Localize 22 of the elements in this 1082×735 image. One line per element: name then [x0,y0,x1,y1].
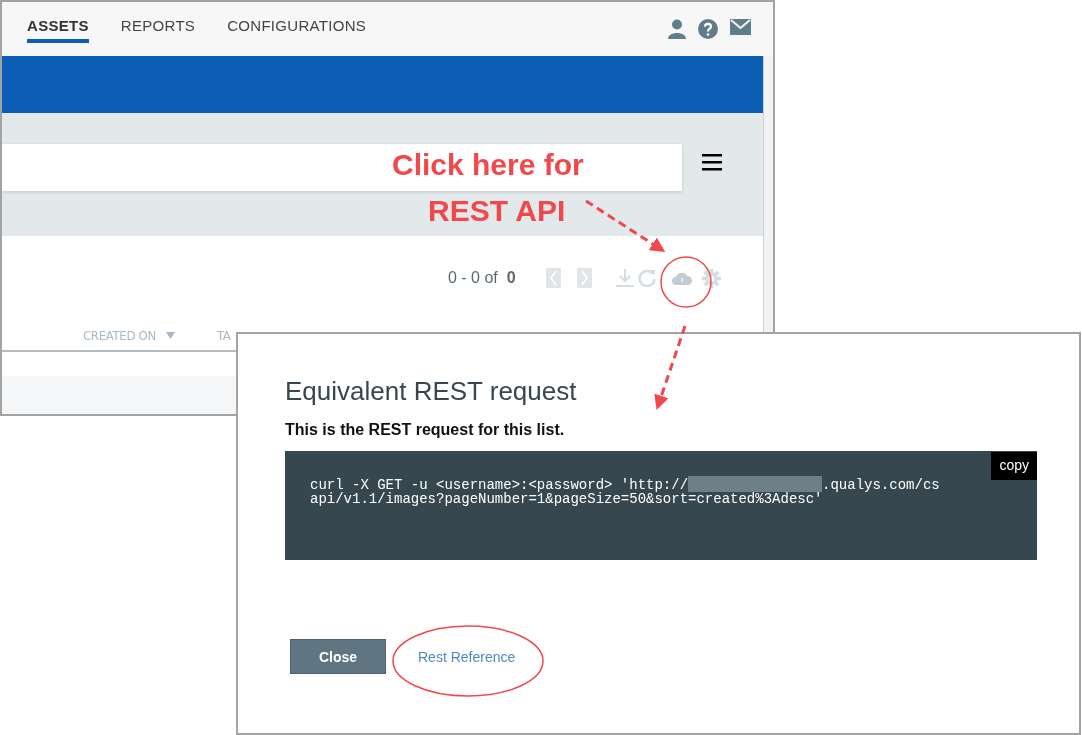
pagination-range: 0 - 0 of [448,269,498,288]
search-field[interactable] [2,143,682,191]
callout-text: Click here for [392,148,584,182]
mail-icon[interactable] [730,19,751,35]
menu-icon[interactable] [702,153,722,171]
copy-button[interactable]: copy [991,452,1037,480]
dialog-title: Equivalent REST request [285,376,578,407]
callout-text: REST API [428,194,566,228]
code-line: api/v1.1/images?pageNumber=1&pageSize=50&sort=created%3Adesc' [310,492,824,506]
close-button[interactable]: Close [290,639,386,674]
pagination-total: 0 [506,269,516,288]
dialog-subtitle: This is the REST request for this list. [285,421,566,439]
user-icon[interactable] [668,19,686,39]
nav-tab[interactable]: REPORTS [120,2,196,43]
highlight-circle [660,256,712,308]
rest-reference-link[interactable]: Rest Reference [418,648,516,665]
code-line: curl -X GET -u <username>:<password> 'http:// [310,477,689,493]
code-line: .qualys.com/cs [822,477,940,493]
nav-tab[interactable]: ASSETS [27,2,89,43]
help-icon[interactable] [698,19,718,39]
settings-icon[interactable] [701,268,721,288]
nav-tab[interactable]: CONFIGURATIONS [227,2,367,43]
